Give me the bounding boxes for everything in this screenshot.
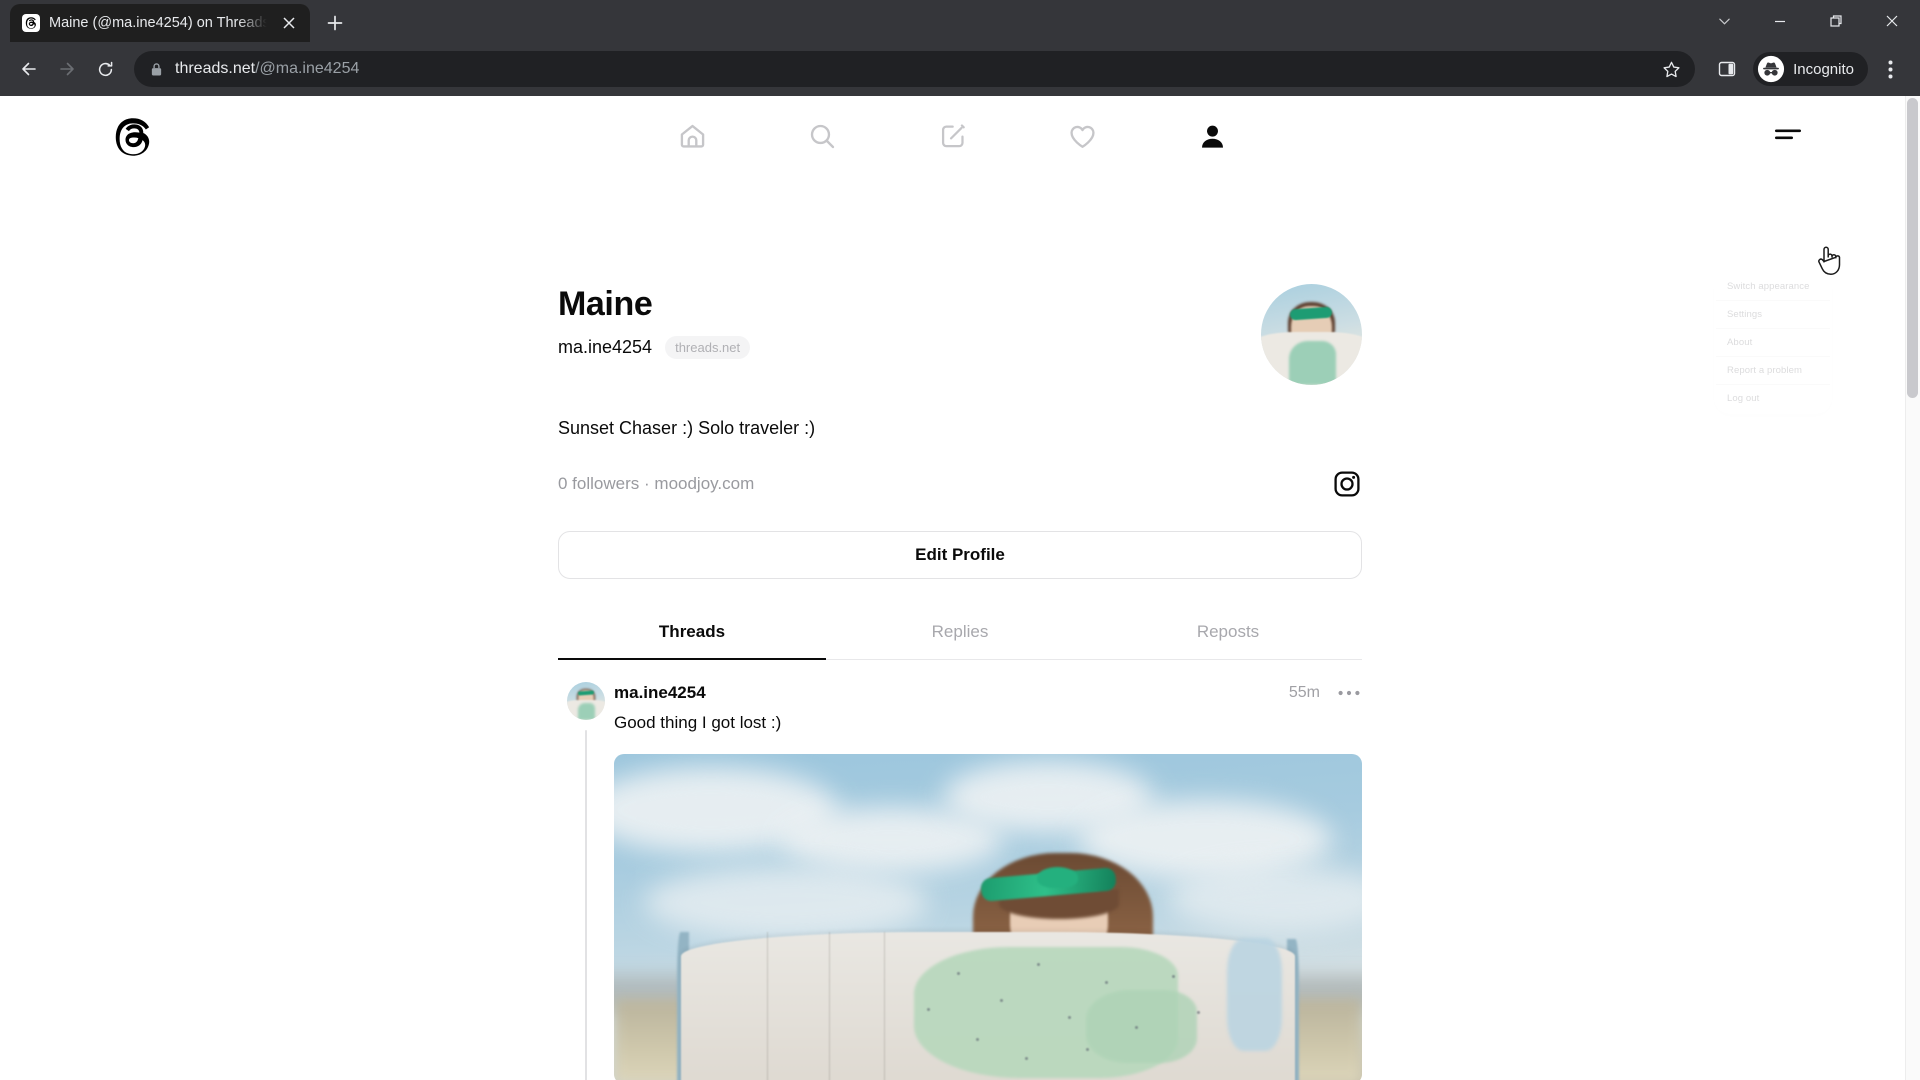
post-text: Good thing I got lost :) [614,713,782,732]
back-arrow-icon[interactable] [12,52,46,86]
menu-item-about[interactable]: About [1714,329,1832,356]
profile-link[interactable]: moodjoy.com [654,474,754,493]
map-fold [767,932,769,1080]
forward-arrow-icon [50,52,84,86]
account-dropdown-menu[interactable]: Switch appearance Settings About Report … [1714,271,1832,414]
photo-map [681,932,1295,1080]
menu-item-log-out[interactable]: Log out [1714,385,1832,412]
map-dot [1104,980,1108,984]
profile-meta-row: 0 followers · moodjoy.com [558,469,1362,499]
map-land-secondary [1086,989,1197,1063]
avatar-map-land [1289,340,1336,385]
profile-tabs: Threads Replies Reposts [558,605,1362,660]
incognito-label: Incognito [1793,60,1854,78]
thread-connector-line [585,730,587,1080]
url-domain: threads.net [175,60,256,77]
photo-headband-knot [1036,866,1078,889]
nav-home-icon[interactable] [662,106,724,166]
followers-count: 0 followers [558,474,640,493]
tab-threads[interactable]: Threads [558,605,826,660]
profile-handle: ma.ine4254 [558,337,653,358]
post-content: ma.ine4254 55m Good thing I got lost:) [614,682,1362,1080]
map-fold [883,932,885,1080]
browser-tab[interactable]: Maine (@ma.ine4254) on Threads [10,4,310,42]
window-controls [1696,0,1920,42]
incognito-hat-icon [1757,55,1785,83]
nav-icon-group [662,106,1244,166]
minimize-icon[interactable] [1752,0,1808,42]
map-dot [1067,1015,1071,1019]
maximize-icon[interactable] [1808,0,1864,42]
tab-title: Maine (@ma.ine4254) on Threads [49,15,269,31]
url-path: /@ma.ine4254 [255,60,360,77]
post-photo [614,754,1362,1080]
map-dot [1086,1047,1090,1051]
map-dot [1196,1011,1200,1015]
tab-replies[interactable]: Replies [826,605,1094,659]
profile-handle-row: ma.ine4254 threads.net [558,336,751,360]
profile-followers-and-link: 0 followers · moodjoy.com [558,474,754,494]
incognito-indicator[interactable]: Incognito [1753,52,1868,86]
map-dot [1024,1056,1028,1060]
reload-icon[interactable] [88,52,122,86]
bookmark-star-icon[interactable] [1653,51,1689,87]
post-more-options-icon[interactable] [1336,682,1362,704]
post-avatar-map-land [577,703,596,720]
address-bar[interactable]: threads.net/@ma.ine4254 [134,51,1696,87]
profile-bio: Sunset Chaser :) Solo traveler :) [558,418,816,438]
nav-search-icon[interactable] [792,106,854,166]
tab-reposts[interactable]: Reposts [1094,605,1362,659]
profile-domain-badge: threads.net [665,336,751,360]
nav-activity-heart-icon[interactable] [1052,106,1114,166]
omnibox-actions [1653,51,1689,87]
map-dot [1037,962,1041,966]
post-item: ma.ine4254 55m Good thing I got lost:) [555,660,1365,1080]
instagram-icon[interactable] [1332,469,1362,499]
hamburger-menu-icon[interactable] [1768,118,1808,152]
profile-display-name: Maine [558,285,653,323]
meta-separator: · [644,474,650,493]
tab-search-chevron-down-icon[interactable] [1696,0,1752,42]
post-timestamp: 55m [1288,684,1320,701]
new-tab-button[interactable] [318,6,352,40]
post-header-right: 55m [1289,682,1362,704]
nav-compose-icon[interactable] [922,106,984,166]
menu-item-report-a-problem[interactable]: Report a problem [1714,357,1832,384]
profile-identity: Maine ma.ine4254 threads.net [558,284,751,360]
post-image[interactable] [614,754,1362,1080]
post-header: ma.ine4254 55m [614,682,1362,704]
photo-cloud [643,866,929,939]
post-author-name[interactable]: ma.ine4254 [614,683,706,703]
lock-icon [150,62,163,77]
three-dot-menu-icon[interactable] [1872,51,1908,87]
map-water [1227,938,1283,1051]
tab-strip: Maine (@ma.ine4254) on Threads [0,0,1920,42]
edit-profile-button[interactable]: Edit Profile [558,531,1362,579]
threads-logo-icon [22,14,40,32]
url-text: threads.net/@ma.ine4254 [175,60,1641,78]
map-fold [828,932,830,1080]
profile-avatar[interactable] [1261,284,1362,385]
browser-toolbar: threads.net/@ma.ine4254 Incognito [0,42,1920,96]
page-viewport: Switch appearance Settings About Report … [0,96,1920,1080]
map-dot [1172,974,1175,978]
pointing-hand-cursor [1814,242,1844,278]
post-author-avatar[interactable] [567,682,605,720]
vertical-scrollbar[interactable] [1905,96,1920,1080]
threads-logo-icon[interactable] [108,112,158,162]
menu-item-settings[interactable]: Settings [1714,301,1832,328]
close-window-icon[interactable] [1864,0,1920,42]
scrollbar-thumb[interactable] [1907,98,1918,398]
tab-close-icon[interactable] [278,12,300,34]
map-dot [926,1008,930,1012]
side-panel-icon[interactable] [1709,51,1745,87]
nav-right-group [1768,118,1808,152]
browser-window: Maine (@ma.ine4254) on Threads threads.n… [0,0,1920,1080]
nav-profile-icon[interactable] [1182,106,1244,166]
post-avatar-column [558,682,614,1080]
threads-top-nav [0,96,1905,172]
profile-column: Maine ma.ine4254 threads.net Sunset Chas… [555,172,1365,1080]
profile-header: Maine ma.ine4254 threads.net [555,172,1365,385]
